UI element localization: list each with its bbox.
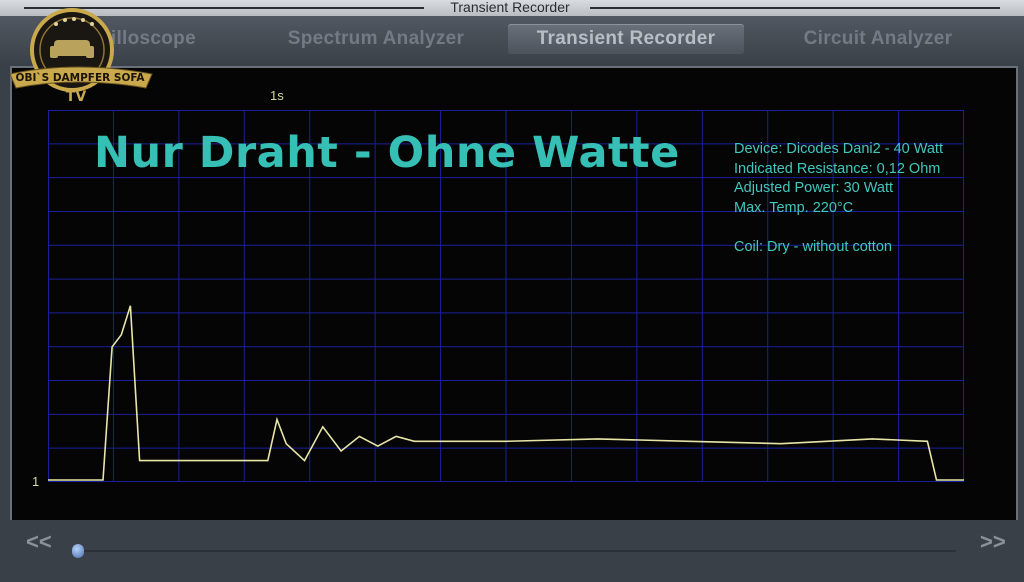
title-divider-right — [590, 7, 1000, 9]
info-resistance: Indicated Resistance: 0,12 Ohm — [734, 160, 941, 177]
time-scroll-track[interactable] — [78, 550, 956, 552]
info-coil: Coil: Dry - without cotton — [734, 238, 892, 255]
tab-spectrum-analyzer[interactable]: Spectrum Analyzer — [272, 24, 480, 54]
overlay-title: Nur Draht - Ohne Watte — [94, 128, 680, 178]
logo-sub-text: TV — [66, 89, 87, 105]
logo-text: OBI`S DAMPFER SOFA — [16, 72, 146, 84]
info-power: Adjusted Power: 30 Watt — [734, 180, 894, 196]
device-info: Device: Dicodes Dani2 - 40 Watt Indicate… — [734, 140, 943, 257]
info-max-temp: Max. Temp. 220°C — [734, 199, 854, 216]
tab-transient-recorder[interactable]: Transient Recorder — [508, 24, 744, 54]
time-division-label: 1s — [270, 88, 284, 103]
prev-button[interactable]: << — [26, 529, 52, 555]
tab-circuit-analyzer[interactable]: Circuit Analyzer — [790, 24, 966, 54]
info-device: Device: Dicodes Dani2 - 40 Watt — [734, 141, 943, 157]
brand-logo: OBI`S DAMPFER SOFA TV — [9, 8, 153, 105]
scope-display: 1s 1 Nur Draht - Ohne Watte Device: Dico… — [10, 66, 1018, 524]
window-title: Transient Recorder — [450, 0, 570, 15]
next-button[interactable]: >> — [980, 529, 1006, 555]
channel-label: 1 — [32, 474, 40, 489]
time-scroll-thumb[interactable] — [72, 544, 84, 558]
